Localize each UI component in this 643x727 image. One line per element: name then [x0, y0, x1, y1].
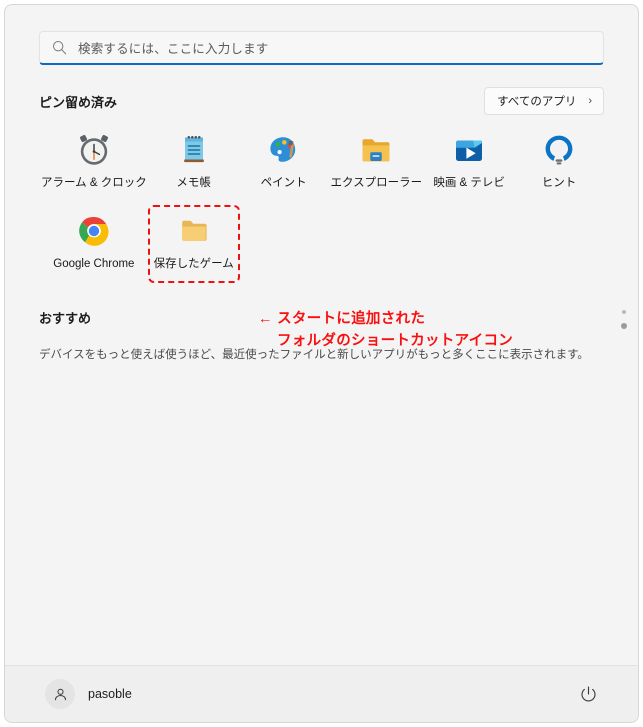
app-label: アラーム & クロック: [41, 177, 147, 189]
app-label: Google Chrome: [53, 258, 135, 271]
app-tile-tips[interactable]: ヒント: [514, 125, 604, 200]
movies-tv-icon: [456, 140, 483, 161]
page-dot-2[interactable]: [621, 323, 627, 329]
pinned-header: ピン留め済み すべてのアプリ ›: [39, 87, 604, 115]
pinned-title: ピン留め済み: [39, 94, 118, 110]
chevron-right-icon: ›: [588, 94, 592, 107]
start-menu-window: 検索するには、ここに入力します ピン留め済み すべてのアプリ › アラーム & …: [4, 4, 639, 723]
app-label: 保存したゲーム: [153, 258, 234, 271]
alarm-clock-icon: [79, 135, 108, 165]
app-label: ペイント: [260, 177, 307, 189]
google-chrome-icon: [79, 217, 109, 247]
app-tile-paint[interactable]: ペイント: [239, 125, 329, 200]
pinned-app-grid: アラーム & クロック メモ帳 ペイント エクスプローラー 映画 & テレビ ヒ…: [39, 125, 604, 283]
user-account-button[interactable]: pasoble: [39, 673, 144, 715]
power-icon: [580, 685, 596, 702]
page-indicator[interactable]: [621, 310, 627, 329]
search-input[interactable]: 検索するには、ここに入力します: [78, 38, 269, 57]
user-avatar-icon: [45, 679, 75, 709]
app-label: エクスプローラー: [330, 177, 423, 189]
all-apps-button[interactable]: すべてのアプリ ›: [484, 87, 604, 115]
all-apps-label: すべてのアプリ: [497, 96, 577, 108]
power-button[interactable]: [572, 678, 604, 710]
annotation-line-1: ← スタートに追加された: [258, 311, 426, 327]
app-tile-saved-games[interactable]: 保存したゲーム: [147, 205, 240, 283]
search-box[interactable]: 検索するには、ここに入力します: [39, 31, 604, 65]
app-tile-movies-tv[interactable]: 映画 & テレビ: [424, 125, 514, 200]
user-name-label: pasoble: [88, 687, 132, 701]
search-area: 検索するには、ここに入力します: [5, 5, 638, 65]
notepad-icon: [183, 135, 204, 163]
folder-icon: [181, 221, 207, 242]
paint-icon: [269, 137, 295, 162]
pinned-section: ピン留め済み すべてのアプリ › アラーム & クロック メモ帳 ペイント エク…: [5, 65, 638, 349]
file-explorer-icon: [362, 139, 390, 162]
start-menu-footer: pasoble: [5, 665, 638, 722]
app-label: ヒント: [541, 177, 577, 189]
app-tile-file-explorer[interactable]: エクスプローラー: [329, 125, 425, 200]
annotation-line-2: フォルダのショートカットアイコン: [277, 333, 514, 350]
app-label: 映画 & テレビ: [433, 177, 505, 189]
search-icon: [52, 40, 67, 55]
app-tile-alarm-clock[interactable]: アラーム & クロック: [39, 125, 149, 200]
page-dot-1[interactable]: [622, 310, 626, 314]
annotation-callout: ← スタートに追加された フォルダのショートカットアイコン: [258, 308, 513, 353]
app-tile-notepad[interactable]: メモ帳: [149, 125, 239, 200]
app-tile-google-chrome[interactable]: Google Chrome: [39, 206, 149, 281]
app-label: メモ帳: [176, 177, 211, 189]
tips-lightbulb-icon: [545, 135, 573, 165]
